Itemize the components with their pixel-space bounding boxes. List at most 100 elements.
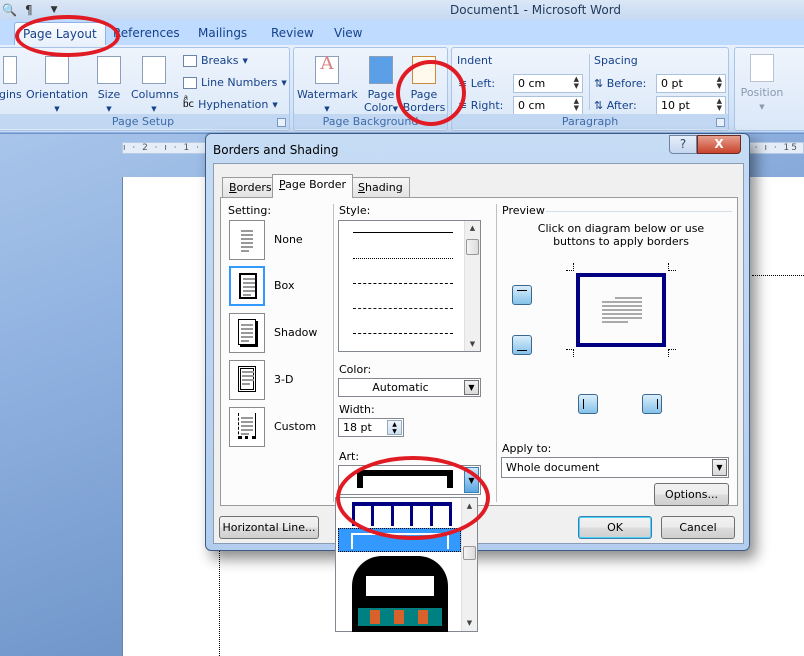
scroll-thumb[interactable] <box>466 239 479 255</box>
scroll-up-icon[interactable]: ▲ <box>462 502 477 510</box>
help-button[interactable]: ? <box>669 135 697 154</box>
art-dropdown-list[interactable]: ▲ ▼ <box>335 497 478 632</box>
options-button[interactable]: Options... <box>654 483 729 506</box>
tab-borders[interactable]: Borders <box>222 177 279 197</box>
scroll-down-icon[interactable]: ▼ <box>465 340 480 348</box>
cancel-button[interactable]: Cancel <box>661 516 735 539</box>
chevron-down-icon[interactable]: ▼ <box>464 380 479 395</box>
page-borders-button[interactable]: Page Borders <box>402 56 446 114</box>
tab-shading[interactable]: Shading <box>351 177 410 197</box>
apply-to-dropdown[interactable]: Whole document ▼ <box>501 457 729 478</box>
hyphenation-button[interactable]: bͣc Hyphenation ▼ <box>183 98 278 111</box>
scroll-up-icon[interactable]: ▲ <box>465 224 480 232</box>
spin-arrows-icon[interactable]: ▲ ▼ <box>574 76 579 90</box>
paragraph-launcher-icon[interactable] <box>716 118 725 127</box>
setting-3d-option[interactable] <box>229 360 265 400</box>
setting-shadow-label[interactable]: Shadow <box>274 326 317 339</box>
spin-arrows-icon[interactable]: ▲ ▼ <box>717 98 722 112</box>
indent-left-input[interactable]: 0 cm ▲ ▼ <box>513 74 583 93</box>
chevron-down-icon[interactable]: ▼ <box>464 467 479 493</box>
divider <box>333 204 334 502</box>
spin-arrows-icon[interactable]: ▲ ▼ <box>574 98 579 112</box>
ok-button[interactable]: OK <box>578 516 652 539</box>
columns-icon <box>142 56 166 84</box>
right-border-button[interactable] <box>642 394 662 414</box>
preview-diagram[interactable] <box>576 273 666 347</box>
setting-box-option[interactable] <box>229 266 265 306</box>
breaks-button[interactable]: Breaks ▼ <box>183 54 248 67</box>
orientation-button[interactable]: Orientation ▼ <box>25 56 89 116</box>
corner-mark <box>566 263 574 271</box>
bottom-border-button[interactable] <box>512 335 532 355</box>
art-option-blue-frame[interactable] <box>338 528 461 552</box>
art-option-ornate[interactable] <box>352 556 448 632</box>
tab-mailings[interactable]: Mailings <box>198 26 247 40</box>
spin-arrows-icon[interactable]: ▲ ▼ <box>717 76 722 90</box>
tab-review[interactable]: Review <box>271 26 314 40</box>
setting-shadow-option[interactable] <box>229 313 265 353</box>
setting-3d-label[interactable]: 3-D <box>274 373 293 386</box>
spacing-before-icon: ⇅ <box>594 77 604 90</box>
spacing-before-input[interactable]: 0 pt ▲ ▼ <box>656 74 726 93</box>
spacing-after-input[interactable]: 10 pt ▲ ▼ <box>656 96 726 115</box>
page-borders-icon <box>412 56 436 84</box>
style-dotted-option[interactable] <box>353 258 453 259</box>
style-solid-option[interactable] <box>353 232 453 233</box>
position-button[interactable]: Position ▼ <box>737 54 787 114</box>
left-border-button[interactable] <box>578 394 598 414</box>
ribbon: gins Orientation ▼ Size ▼ Columns ▼ Breaks ▼… <box>0 45 804 133</box>
setting-none-option[interactable] <box>229 220 265 260</box>
corner-mark <box>668 349 676 357</box>
dialog-title: Borders and Shading <box>213 143 339 157</box>
print-preview-icon[interactable]: 🔍 <box>2 3 17 17</box>
color-label: Color: <box>339 363 372 376</box>
size-button[interactable]: Size ▼ <box>95 56 123 116</box>
indent-left-icon: ≡ <box>458 77 468 90</box>
color-dropdown[interactable]: Automatic ▼ <box>338 378 481 397</box>
indent-right-input[interactable]: 0 cm ▲ ▼ <box>513 96 583 115</box>
page-border-panel: Setting: None Box Shadow 3-D Custom Styl… <box>220 197 738 506</box>
line-numbers-button[interactable]: Line Numbers ▼ <box>183 76 287 89</box>
indent-left-label: ≡ Left: <box>458 77 496 90</box>
page-color-button[interactable]: Page Color▼ <box>362 56 400 116</box>
setting-custom-label[interactable]: Custom <box>274 420 316 433</box>
indent-right-label: ≡ Right: <box>458 99 504 112</box>
quick-access-toolbar: 🔍 ¶ ▼ <box>0 2 58 18</box>
tab-references[interactable]: References <box>113 26 180 40</box>
group-paragraph: Indent ≡ Left: 0 cm ▲ ▼ ≡ Right: 0 cm ▲ ▼ Sp… <box>451 47 729 131</box>
group-label-page-background: Page Background <box>294 114 447 129</box>
page-border-guide <box>219 540 220 656</box>
close-button[interactable]: X <box>697 135 741 154</box>
show-formatting-icon[interactable]: ¶ <box>25 3 33 17</box>
art-dropdown[interactable]: ▼ <box>338 465 481 495</box>
scroll-thumb[interactable] <box>463 546 476 560</box>
watermark-button[interactable]: A Watermark ▼ <box>297 55 358 116</box>
setting-custom-option[interactable] <box>229 407 265 447</box>
page-setup-launcher-icon[interactable] <box>277 118 286 127</box>
chevron-down-icon[interactable]: ▼ <box>712 459 727 476</box>
tab-view[interactable]: View <box>334 26 362 40</box>
style-listbox[interactable]: ▲ ▼ <box>338 220 481 352</box>
customize-qat-icon[interactable]: ▼ <box>51 5 58 15</box>
art-scrollbar[interactable]: ▲ ▼ <box>461 498 477 631</box>
divider <box>546 211 732 212</box>
tab-page-border[interactable]: Page Border <box>272 174 354 198</box>
setting-box-label[interactable]: Box <box>274 279 294 292</box>
style-scrollbar[interactable]: ▲ ▼ <box>464 221 480 351</box>
hyphenation-icon: bͣc <box>183 99 195 110</box>
top-border-button[interactable] <box>512 285 532 305</box>
style-dash-dot-option[interactable] <box>353 333 453 334</box>
horizontal-line-button[interactable]: Horizontal Line... <box>219 516 319 539</box>
style-long-dashed-option[interactable] <box>353 308 453 309</box>
margins-button[interactable]: gins <box>0 56 22 101</box>
columns-button[interactable]: Columns ▼ <box>131 56 179 116</box>
style-dashed-option[interactable] <box>353 283 453 284</box>
scroll-down-icon[interactable]: ▼ <box>462 619 477 627</box>
width-label: Width: <box>339 403 375 416</box>
art-option-blue-boxes[interactable] <box>352 502 452 526</box>
style-label: Style: <box>339 204 371 217</box>
width-spinner[interactable]: 18 pt ▲ ▼ <box>338 418 404 437</box>
spin-arrows-icon[interactable]: ▲ ▼ <box>387 420 402 435</box>
setting-box-icon <box>239 273 257 299</box>
setting-none-label[interactable]: None <box>274 233 303 246</box>
